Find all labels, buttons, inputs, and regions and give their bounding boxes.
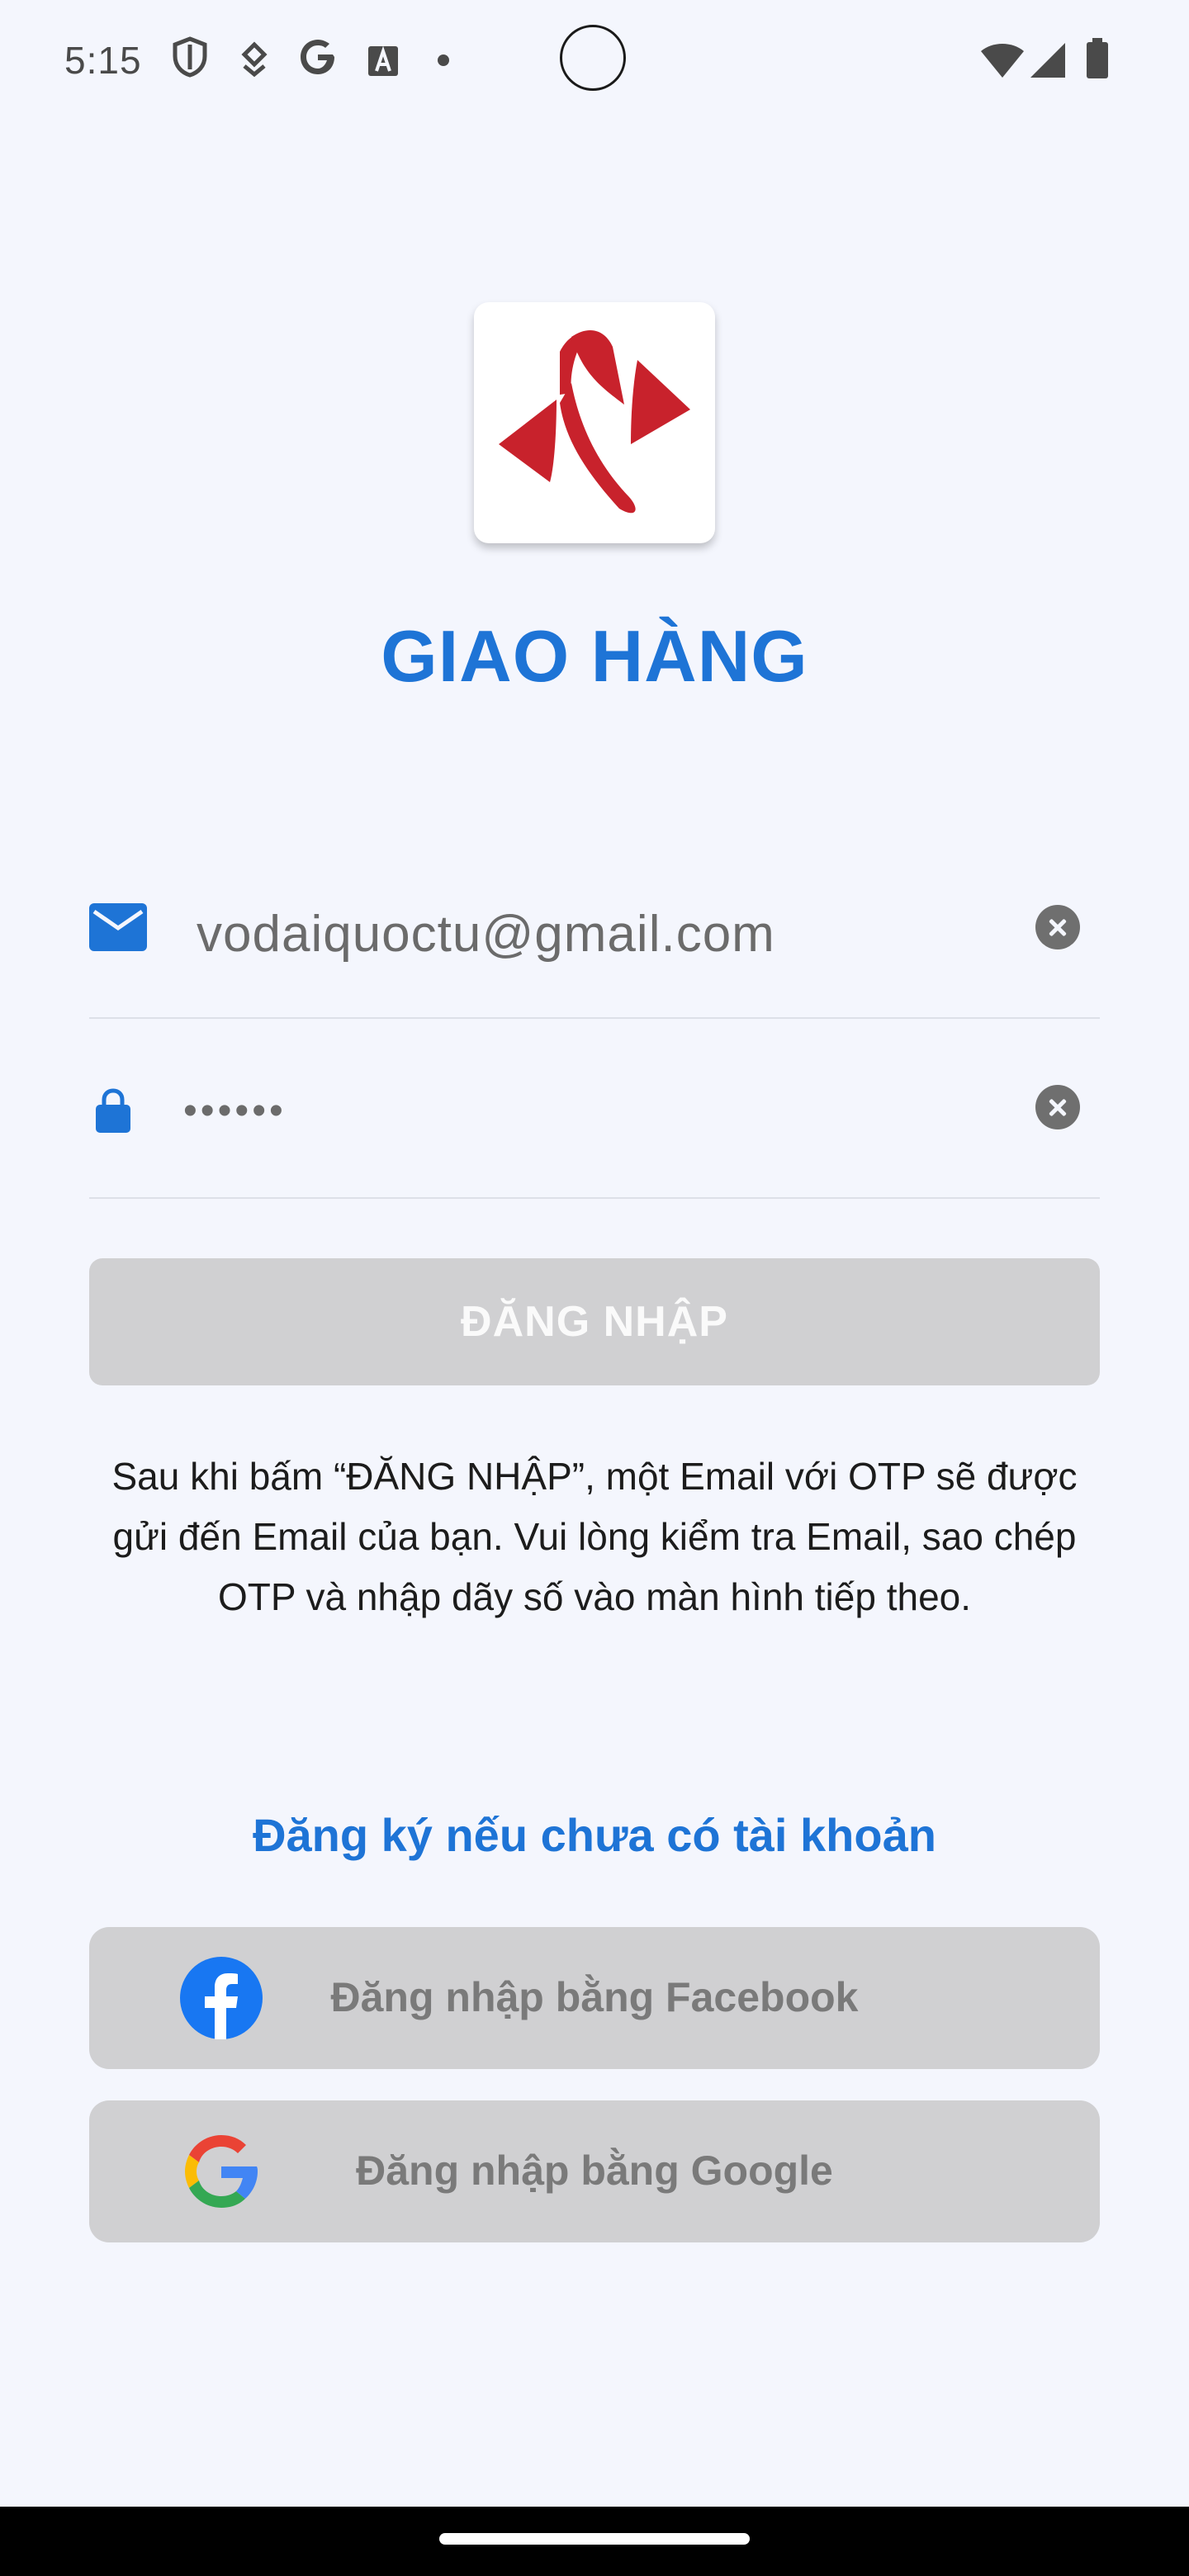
lock-icon (96, 1088, 130, 1133)
shield-icon (173, 36, 207, 78)
email-icon (89, 903, 147, 951)
password-input[interactable]: •••••• (183, 1088, 287, 1134)
font-icon (368, 45, 398, 76)
register-link[interactable]: Đăng ký nếu chưa có tài khoản (0, 1808, 1189, 1862)
google-login-label: Đăng nhập bằng Google (356, 2147, 833, 2194)
email-field[interactable]: vodaiquoctu@gmail.com (89, 885, 1100, 1019)
battery-icon (1087, 38, 1108, 78)
location-icon (241, 41, 268, 78)
logo-n-icon (499, 329, 690, 514)
login-screen: 5:15 GIAO HÀNG vodaiquoctu@gmail.com •••… (0, 0, 1189, 2576)
google-login-button[interactable]: Đăng nhập bằng Google (89, 2100, 1100, 2242)
otp-info-text: Sau khi bấm “ĐĂNG NHẬP”, một Email với O… (111, 1455, 1078, 1618)
camera-cutout (560, 25, 626, 91)
app-title: GIAO HÀNG (381, 615, 808, 697)
notification-dot (438, 54, 449, 66)
facebook-login-button[interactable]: Đăng nhập bằng Facebook (89, 1927, 1100, 2069)
app-logo (474, 302, 715, 543)
clear-password-icon[interactable] (1035, 1085, 1080, 1129)
email-input[interactable]: vodaiquoctu@gmail.com (197, 905, 775, 964)
password-field[interactable]: •••••• (89, 1065, 1100, 1199)
google-icon (301, 40, 334, 74)
wifi-icon (981, 44, 1024, 78)
status-time: 5:15 (64, 39, 142, 82)
login-button[interactable]: ĐĂNG NHẬP (89, 1258, 1100, 1385)
facebook-login-label: Đăng nhập bằng Facebook (330, 1974, 859, 2020)
signal-icon (1030, 43, 1065, 78)
home-handle[interactable] (439, 2533, 750, 2545)
clear-email-icon[interactable] (1035, 905, 1080, 949)
login-button-label: ĐĂNG NHẬP (461, 1298, 728, 1346)
